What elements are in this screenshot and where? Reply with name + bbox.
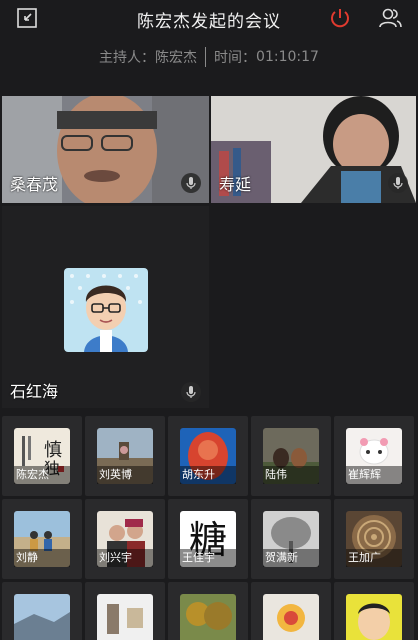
participant-name: 陈宏杰 <box>14 466 70 484</box>
participant-tile[interactable] <box>168 582 248 640</box>
participant-tile[interactable] <box>251 582 331 640</box>
microphone-icon[interactable] <box>181 173 201 193</box>
participant-name: 胡东升 <box>180 466 236 484</box>
cartoon-avatar-icon <box>64 268 148 352</box>
video-tile-3[interactable]: 石红海 <box>2 206 209 408</box>
microphone-icon[interactable] <box>388 173 408 193</box>
time-value: 01:10:17 <box>256 49 319 65</box>
participant-tile[interactable]: 糖 王佳宇 <box>168 499 248 579</box>
participant-name: 王佳宇 <box>180 549 236 567</box>
participant-name: 贺满新 <box>263 549 319 567</box>
participant-name: 崔辉辉 <box>346 466 402 484</box>
meeting-info-bar: 主持人： 陈宏杰 时间： 01:10:17 <box>0 44 418 70</box>
participant-tile[interactable]: 崔辉辉 <box>334 416 414 496</box>
participant-name: 桑春茂 <box>10 175 59 194</box>
participant-name: 陆伟 <box>263 466 319 484</box>
participant-name: 刘英博 <box>97 466 153 484</box>
time-label: 时间： <box>214 50 257 66</box>
participant-name: 石红海 <box>10 382 59 401</box>
participant-tile[interactable]: 刘英博 <box>85 416 165 496</box>
host-name: 陈宏杰 <box>155 50 198 66</box>
participant-name: 刘兴宇 <box>97 549 153 567</box>
participant-tile[interactable]: 陆伟 <box>251 416 331 496</box>
host-label: 主持人： <box>99 50 156 66</box>
participant-tile[interactable]: 慎独 陈宏杰 <box>2 416 82 496</box>
participant-tile[interactable]: 胡东升 <box>168 416 248 496</box>
flower-avatar-icon <box>263 594 319 640</box>
video-tile-2[interactable]: 寿延 <box>211 96 416 203</box>
participant-tile[interactable]: 刘兴宇 <box>85 499 165 579</box>
cartoon-face-avatar-icon <box>346 594 402 640</box>
room-avatar-icon <box>97 594 153 640</box>
participant-name: 王加广 <box>346 549 402 567</box>
svg-text:慎: 慎 <box>44 440 62 461</box>
autumn-avatar-icon <box>180 594 236 640</box>
participant-tile[interactable]: 王加广 <box>334 499 414 579</box>
participant-name: 寿延 <box>219 175 252 194</box>
power-icon[interactable] <box>327 5 353 31</box>
participants-icon[interactable] <box>377 5 403 31</box>
participant-name: 刘静 <box>14 549 70 567</box>
participant-tile[interactable] <box>334 582 414 640</box>
participant-grid: 慎独 陈宏杰 刘英博 胡东升 陆伟 崔辉辉 刘静 刘兴宇 糖 王佳宇 贺满新 王… <box>0 414 418 640</box>
divider <box>205 47 207 67</box>
participant-tile[interactable]: 刘静 <box>2 499 82 579</box>
participant-tile[interactable] <box>2 582 82 640</box>
top-bar: 陈宏杰发起的会议 <box>0 0 418 36</box>
meeting-title: 陈宏杰发起的会议 <box>137 12 281 32</box>
participant-tile[interactable]: 贺满新 <box>251 499 331 579</box>
participant-tile[interactable] <box>85 582 165 640</box>
sky-avatar-icon <box>14 594 70 640</box>
microphone-icon[interactable] <box>181 382 201 402</box>
video-tile-1[interactable]: 桑春茂 <box>2 96 209 203</box>
